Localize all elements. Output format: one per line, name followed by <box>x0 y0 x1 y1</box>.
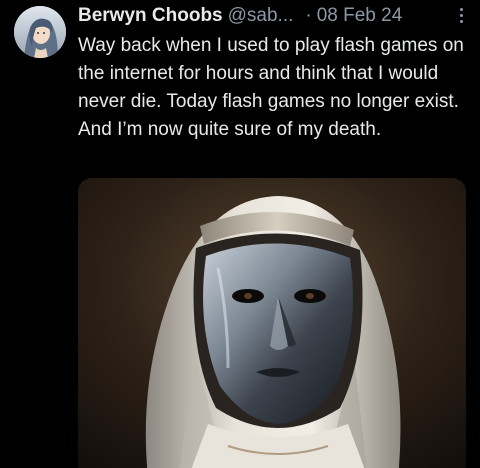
masked-figure-image <box>78 178 466 468</box>
tweet-date[interactable]: 08 Feb 24 <box>317 5 403 27</box>
avatar-image <box>14 6 66 58</box>
author-handle[interactable]: @sab... <box>228 5 294 27</box>
author-name[interactable]: Berwyn Choobs <box>78 5 223 27</box>
more-vertical-icon[interactable] <box>452 4 470 26</box>
tweet-card: Berwyn Choobs @sab... · 08 Feb 24 Way ba… <box>0 0 480 468</box>
tweet-text: Way back when I used to play flash games… <box>78 35 464 140</box>
avatar[interactable] <box>14 6 66 58</box>
separator-dot: · <box>305 5 312 26</box>
tweet-header: Berwyn Choobs @sab... · 08 Feb 24 <box>78 2 470 30</box>
tweet-media-image[interactable] <box>78 178 466 468</box>
